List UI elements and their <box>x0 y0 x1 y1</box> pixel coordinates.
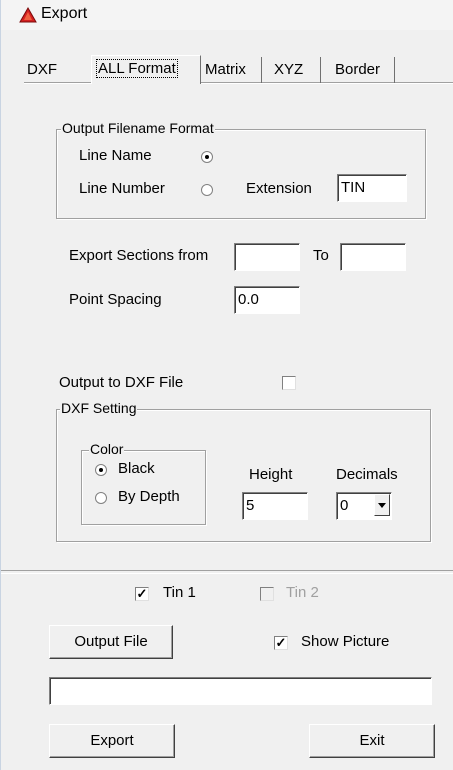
tin1-checkbox[interactable]: ✓ <box>135 587 149 601</box>
show-picture-checkbox[interactable]: ✓ <box>274 636 288 650</box>
tin2-label: Tin 2 <box>286 584 319 601</box>
output-dxf-label: Output to DXF File <box>59 374 184 391</box>
dxf-setting-legend: DXF Setting <box>60 400 138 416</box>
tin1-label: Tin 1 <box>163 584 196 601</box>
color-by-depth-radio[interactable] <box>95 492 107 504</box>
line-number-radio[interactable] <box>201 184 213 196</box>
sections-to-input[interactable] <box>340 243 406 271</box>
tab-border[interactable]: Border <box>327 57 395 83</box>
line-name-radio[interactable] <box>201 151 213 163</box>
show-picture-label: Show Picture <box>301 633 390 650</box>
color-black-radio[interactable] <box>95 464 107 476</box>
export-button[interactable]: Export <box>49 724 175 758</box>
color-black-label: Black <box>118 460 155 477</box>
decimals-label: Decimals <box>336 466 398 483</box>
tab-xyz[interactable]: XYZ <box>266 57 321 83</box>
extension-input[interactable]: TIN <box>337 174 407 202</box>
tab-matrix[interactable]: Matrix <box>201 57 262 83</box>
line-number-label: Line Number <box>79 180 165 197</box>
file-path-field[interactable] <box>49 677 432 705</box>
exit-button[interactable]: Exit <box>309 724 435 758</box>
extension-label: Extension <box>246 180 312 197</box>
title-bar: Export <box>1 0 453 30</box>
height-label: Height <box>249 466 293 483</box>
line-name-label: Line Name <box>79 147 152 164</box>
output-filename-format-legend: Output Filename Format <box>61 120 215 136</box>
tab-all-format[interactable]: ALL Format <box>91 55 201 84</box>
export-dialog: Export DXF ALL Format Matrix XYZ Border … <box>0 0 453 770</box>
chevron-down-icon[interactable] <box>374 494 390 516</box>
output-dxf-checkbox[interactable] <box>282 376 296 390</box>
color-legend: Color <box>89 441 125 457</box>
triangle-app-icon <box>19 7 37 23</box>
section-divider <box>1 570 453 574</box>
export-sections-label: Export Sections from <box>69 247 209 264</box>
tab-dxf[interactable]: DXF <box>23 57 61 83</box>
tin2-checkbox <box>260 587 274 601</box>
decimals-value: 0 <box>340 497 349 514</box>
decimals-select[interactable]: 0 <box>336 492 392 520</box>
window-title: Export <box>41 5 88 22</box>
color-by-depth-label: By Depth <box>118 488 180 505</box>
sections-to-label: To <box>313 247 329 264</box>
point-spacing-label: Point Spacing <box>69 291 162 308</box>
point-spacing-input[interactable]: 0.0 <box>234 286 300 314</box>
sections-from-input[interactable] <box>234 243 300 271</box>
output-file-button[interactable]: Output File <box>49 625 173 659</box>
height-input[interactable]: 5 <box>242 492 308 520</box>
